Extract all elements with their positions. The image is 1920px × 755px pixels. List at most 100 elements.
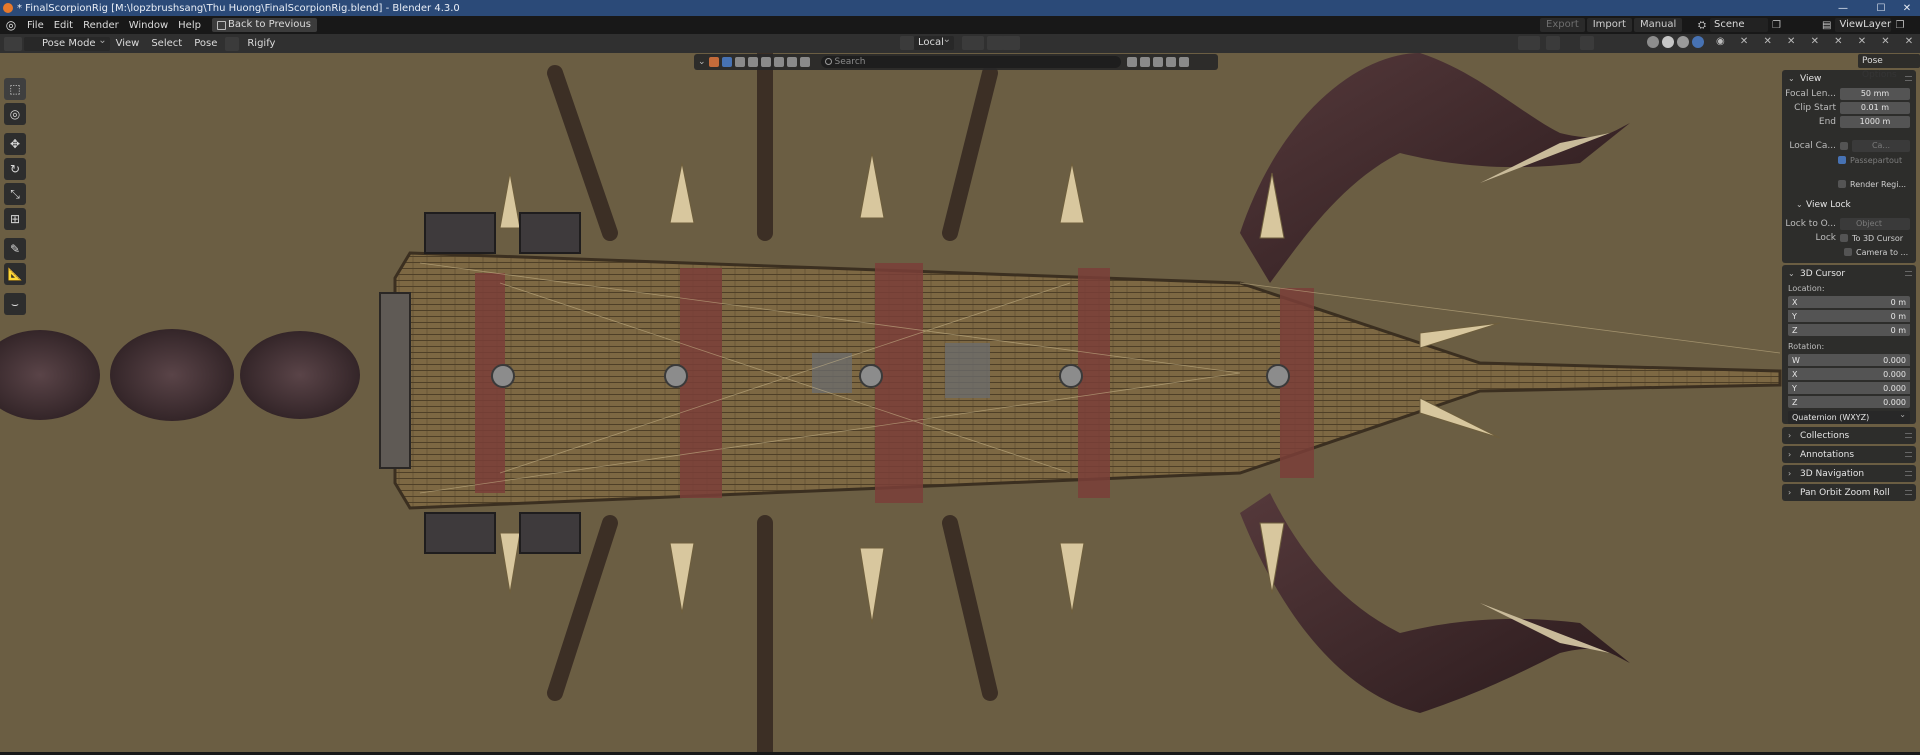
mode-selector[interactable]: Pose Mode	[24, 34, 110, 51]
close-button[interactable]: ✕	[1894, 0, 1920, 16]
camera-to-view-label: Camera to ...	[1856, 247, 1909, 257]
xray-toggle-icon[interactable]	[1580, 36, 1594, 50]
gizmo-toggle-icon[interactable]	[1518, 36, 1540, 50]
drag-handle-icon[interactable]	[1905, 452, 1912, 457]
overlay-toggle-icon[interactable]	[1546, 36, 1560, 50]
cursor-icon[interactable]: ◎	[4, 103, 26, 125]
view-lock-title: View Lock	[1806, 199, 1851, 210]
shading-wireframe-icon[interactable]	[1647, 36, 1659, 48]
camera-to-view-checkbox[interactable]	[1844, 248, 1852, 256]
3d-cursor-panel-header[interactable]: ⌄ 3D Cursor	[1782, 265, 1916, 282]
render-region-checkbox[interactable]	[1838, 180, 1846, 188]
chevron-down-icon: ⌄	[1788, 74, 1795, 83]
relax-pose-icon[interactable]: ⌣	[4, 293, 26, 315]
3d-navigation-panel[interactable]: › 3D Navigation	[1782, 465, 1916, 482]
pan-orbit-zoom-roll-panel[interactable]: › Pan Orbit Zoom Roll	[1782, 484, 1916, 501]
menu-view[interactable]: View	[110, 38, 146, 49]
menu-file[interactable]: File	[22, 20, 49, 31]
cursor-rotation-x-field[interactable]: X 0.000	[1788, 368, 1910, 380]
lock-to-object-field[interactable]: Object	[1840, 218, 1910, 230]
drag-handle-icon[interactable]	[1905, 76, 1912, 81]
drag-handle-icon[interactable]	[1905, 471, 1912, 476]
local-camera-field[interactable]: Ca...	[1852, 140, 1910, 152]
local-camera-checkbox[interactable]	[1840, 142, 1848, 150]
view-panel-header[interactable]: ⌄ View	[1782, 70, 1916, 87]
proportional-edit-icon[interactable]	[1002, 36, 1020, 50]
minimize-button[interactable]: —	[1830, 0, 1856, 16]
to-3d-cursor-checkbox[interactable]	[1840, 234, 1848, 242]
cursor-location-z-field[interactable]: Z0 m	[1788, 324, 1910, 336]
pose-options-tab[interactable]: Pose Options	[1858, 54, 1920, 80]
visibility-toggles[interactable]: ◉ ✕ ✕ ✕ ✕ ✕ ✕ ✕ ✕	[1716, 36, 1916, 50]
clip-start-field[interactable]: 0.01 m	[1840, 102, 1910, 114]
to-3d-cursor-label: To 3D Cursor	[1852, 233, 1904, 243]
rotation-mode-dropdown[interactable]: Quaternion (WXYZ)	[1788, 408, 1910, 424]
light-filter-icon[interactable]	[760, 57, 771, 67]
move-icon[interactable]: ✥	[4, 133, 26, 155]
blender-menu-icon[interactable]: ◎	[4, 18, 18, 32]
cursor-rotation-y-field[interactable]: Y 0.000	[1788, 382, 1910, 394]
bookmark-icon[interactable]	[1139, 57, 1150, 67]
viewport-search-input[interactable]: Search	[820, 56, 1121, 68]
annotations-panel[interactable]: › Annotations	[1782, 446, 1916, 463]
armature-filter-icon[interactable]	[786, 57, 797, 67]
view-lock-header[interactable]: ⌄ View Lock	[1782, 197, 1916, 212]
orientation-selector[interactable]: Local	[914, 33, 954, 50]
pivot-point-icon[interactable]	[962, 36, 984, 50]
maximize-button[interactable]: ☐	[1868, 0, 1894, 16]
viewlayer-selector[interactable]: ViewLayer	[1835, 18, 1892, 32]
scene-filter-icon[interactable]	[708, 57, 719, 67]
chevron-down-icon: ⌄	[1796, 200, 1803, 209]
passepartout-checkbox[interactable]	[1838, 156, 1846, 164]
editor-type-icon[interactable]	[4, 36, 22, 51]
export-button[interactable]: Export	[1540, 18, 1585, 32]
menu-window[interactable]: Window	[124, 20, 173, 31]
cursor-rotation-z-field[interactable]: Z 0.000	[1788, 396, 1910, 408]
annotate-icon[interactable]: ✎	[4, 238, 26, 260]
new-viewlayer-icon[interactable]: ❐	[1895, 20, 1904, 31]
view-options-icon[interactable]	[1152, 57, 1163, 67]
mesh-filter-icon[interactable]	[734, 57, 745, 67]
back-to-previous-button[interactable]: Back to Previous	[211, 18, 317, 32]
shading-rendered-icon[interactable]	[1692, 36, 1704, 48]
select-box-icon[interactable]: ⬚	[4, 78, 26, 100]
chevron-down-icon[interactable]: ⌄	[698, 57, 706, 67]
drag-handle-icon[interactable]	[1905, 433, 1912, 438]
blender-logo-icon	[3, 3, 13, 13]
clip-end-field[interactable]: 1000 m	[1840, 116, 1910, 128]
restrict-icon[interactable]	[1178, 57, 1189, 67]
cursor-rotation-w-field[interactable]: W 0.000	[1788, 354, 1910, 366]
shading-material-icon[interactable]	[1677, 36, 1689, 48]
focal-length-field[interactable]: 50 mm	[1840, 88, 1910, 100]
drag-handle-icon[interactable]	[1905, 271, 1912, 276]
transform-orientation-icon[interactable]	[900, 36, 914, 50]
transform-icon[interactable]: ⊞	[4, 208, 26, 230]
menu-pose[interactable]: Pose	[188, 38, 223, 49]
empty-filter-icon[interactable]	[799, 57, 810, 67]
collections-panel[interactable]: › Collections	[1782, 427, 1916, 444]
menu-select[interactable]: Select	[145, 38, 188, 49]
drag-handle-icon[interactable]	[1905, 490, 1912, 495]
import-button[interactable]: Import	[1586, 18, 1632, 32]
measure-icon[interactable]: 📐	[4, 263, 26, 285]
3d-viewport[interactable]	[0, 53, 1920, 752]
shading-solid-icon[interactable]	[1662, 36, 1674, 48]
menu-help[interactable]: Help	[173, 20, 206, 31]
cursor-location-y-field[interactable]: Y0 m	[1788, 310, 1910, 322]
new-scene-icon[interactable]: ❐	[1772, 20, 1781, 31]
manual-button[interactable]: Manual	[1633, 18, 1683, 32]
bone-collection-icon[interactable]	[225, 36, 240, 51]
menu-edit[interactable]: Edit	[49, 20, 78, 31]
scene-selector[interactable]: Scene	[1710, 18, 1768, 32]
rotate-icon[interactable]: ↻	[4, 158, 26, 180]
cursor-location-x-field[interactable]: X0 m	[1788, 296, 1910, 308]
clear-search-icon[interactable]	[1126, 57, 1137, 67]
rigify-menu[interactable]: Rigify	[241, 38, 281, 49]
annotations-panel-title: Annotations	[1800, 449, 1855, 460]
camera-filter-icon[interactable]	[773, 57, 784, 67]
menu-render[interactable]: Render	[78, 20, 124, 31]
filter-icon[interactable]	[1165, 57, 1176, 67]
scale-icon[interactable]: ⤡	[4, 183, 26, 205]
material-filter-icon[interactable]	[747, 57, 758, 67]
object-filter-icon[interactable]	[721, 57, 732, 67]
